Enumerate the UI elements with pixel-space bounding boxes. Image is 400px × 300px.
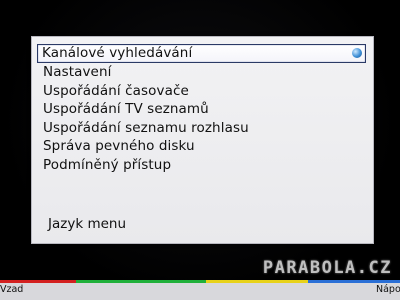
green-key-strip bbox=[76, 280, 206, 283]
menu-item-label: Kanálové vyhledávání bbox=[42, 45, 193, 61]
tv-screen: Kanálové vyhledávání Nastavení Uspořádán… bbox=[0, 0, 400, 300]
help-button[interactable]: Nápo bbox=[376, 284, 400, 296]
menu-item-label: Správa pevného disku bbox=[43, 138, 195, 155]
menu-item-radio-list[interactable]: Uspořádání seznamu rozhlasu bbox=[38, 119, 366, 138]
menu-item-label: Uspořádání časovače bbox=[43, 82, 189, 99]
blue-dot-icon bbox=[352, 48, 362, 58]
menu-item-label: Uspořádání seznamu rozhlasu bbox=[43, 119, 249, 136]
menu-item-conditional-access[interactable]: Podmíněný přístup bbox=[38, 156, 366, 175]
menu-item-label: Podmíněný přístup bbox=[43, 156, 172, 173]
blue-key-strip bbox=[308, 280, 400, 283]
menu-item-settings[interactable]: Nastavení bbox=[38, 63, 366, 82]
main-menu-panel: Kanálové vyhledávání Nastavení Uspořádán… bbox=[31, 36, 374, 244]
red-key-strip bbox=[0, 280, 76, 283]
menu-item-hard-disk[interactable]: Správa pevného disku bbox=[38, 137, 366, 156]
color-key-bar: Vzad Nápo bbox=[0, 280, 400, 300]
yellow-key-strip bbox=[206, 280, 308, 283]
menu-item-channel-search[interactable]: Kanálové vyhledávání bbox=[37, 44, 366, 63]
watermark-logo: PARABOLA.CZ bbox=[262, 258, 392, 278]
menu-item-timer[interactable]: Uspořádání časovače bbox=[38, 82, 366, 101]
menu-item-language[interactable]: Jazyk menu bbox=[48, 215, 126, 233]
menu-item-label: Uspořádání TV seznamů bbox=[43, 101, 209, 118]
menu-item-tv-lists[interactable]: Uspořádání TV seznamů bbox=[38, 100, 366, 119]
back-button[interactable]: Vzad bbox=[0, 284, 23, 296]
main-menu-list: Kanálové vyhledávání Nastavení Uspořádán… bbox=[37, 44, 366, 175]
menu-item-label: Nastavení bbox=[43, 64, 112, 80]
